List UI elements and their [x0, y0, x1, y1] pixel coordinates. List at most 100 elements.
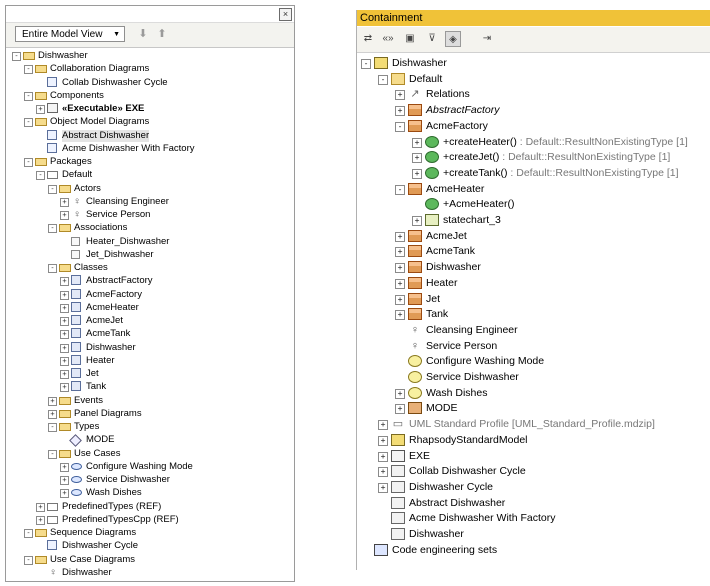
close-icon[interactable]: × — [279, 8, 292, 21]
tree-item[interactable]: +AcmeHeater() — [357, 197, 707, 212]
expand-icon[interactable]: + — [395, 310, 405, 320]
expand-icon[interactable]: + — [60, 357, 69, 366]
expand-icon[interactable]: + — [395, 232, 405, 242]
tree-item[interactable]: Abstract Dishwasher — [6, 130, 294, 143]
expand-icon[interactable]: + — [378, 452, 388, 462]
collapse-icon[interactable]: - — [24, 158, 33, 167]
tree-item[interactable]: + Service Dishwasher — [6, 474, 294, 487]
tree-item[interactable]: Heater_Dishwasher — [6, 236, 294, 249]
collapse-icon[interactable]: - — [48, 450, 57, 459]
tree-item[interactable]: Jet_Dishwasher — [6, 249, 294, 262]
expand-icon[interactable]: + — [60, 370, 69, 379]
collapse-icon[interactable]: - — [24, 556, 33, 565]
expand-icon[interactable]: + — [378, 436, 388, 446]
open-in-new-icon[interactable]: ⇥ — [479, 31, 495, 47]
tree-item[interactable]: - Classes — [6, 262, 294, 275]
tree-item[interactable]: - Use Cases — [6, 448, 294, 461]
expand-icon[interactable]: + — [36, 105, 45, 114]
tree-item[interactable]: - Collaboration Diagrams — [6, 63, 294, 76]
tree-item[interactable]: + Wash Dishes — [357, 386, 707, 401]
tree-item[interactable]: + PredefinedTypes (REF) — [6, 501, 294, 514]
tree-item[interactable]: - Use Case Diagrams — [6, 554, 294, 567]
tree-item[interactable]: + AcmeTank — [6, 328, 294, 341]
collapse-icon[interactable]: - — [395, 122, 405, 132]
tree-item[interactable]: ♀ Dishwasher — [6, 567, 294, 580]
tree-item[interactable]: ♀ Service Person — [357, 339, 707, 354]
tree-item[interactable]: + +createHeater() : Default::ResultNonExi… — [357, 135, 707, 150]
expand-icon[interactable]: + — [60, 489, 69, 498]
expand-icon[interactable]: + — [395, 295, 405, 305]
tree-item[interactable]: + Tank — [357, 307, 707, 322]
expand-icon[interactable]: + — [60, 304, 69, 313]
expand-icon[interactable]: + — [60, 317, 69, 326]
expand-icon[interactable]: + — [412, 169, 422, 179]
tree-item[interactable]: Acme Dishwasher With Factory — [357, 511, 707, 526]
tree-item[interactable]: + AcmeJet — [357, 229, 707, 244]
tree-item[interactable]: - Sequence Diagrams — [6, 527, 294, 540]
tree-item[interactable]: Code engineering sets — [357, 543, 707, 558]
expand-icon[interactable]: + — [36, 503, 45, 512]
collapse-icon[interactable]: - — [24, 92, 33, 101]
expand-icon[interactable]: + — [60, 344, 69, 353]
tree-item[interactable]: - Actors — [6, 183, 294, 196]
show-diagrams-icon[interactable]: ◈ — [445, 31, 461, 47]
expand-icon[interactable]: + — [60, 383, 69, 392]
collapse-icon[interactable]: - — [24, 529, 33, 538]
tree-item[interactable]: MODE — [6, 434, 294, 447]
tree-item[interactable]: + RhapsodyStandardModel — [357, 433, 707, 448]
tree-item[interactable]: + ▭ UML Standard Profile [UML_Standard_Pro… — [357, 417, 707, 432]
tree-item[interactable]: + Jet — [6, 368, 294, 381]
tree-item[interactable]: - Default — [6, 169, 294, 182]
tree-item[interactable]: + MODE — [357, 401, 707, 416]
tree-item[interactable]: - Dishwasher — [6, 50, 294, 63]
expand-icon[interactable]: + — [395, 279, 405, 289]
tree-item[interactable]: Configure Washing Mode — [357, 354, 707, 369]
collapse-icon[interactable]: - — [395, 185, 405, 195]
tree-item[interactable]: + Collab Dishwasher Cycle — [357, 464, 707, 479]
expand-icon[interactable]: + — [60, 476, 69, 485]
tree-item[interactable]: - Packages — [6, 156, 294, 169]
tree-item[interactable]: Abstract Dishwasher — [357, 496, 707, 511]
expand-icon[interactable]: + — [48, 397, 57, 406]
expand-icon[interactable]: + — [378, 420, 388, 430]
collapse-icon[interactable]: - — [24, 118, 33, 127]
expand-icon[interactable]: + — [395, 90, 405, 100]
tree-item[interactable]: Acme Dishwasher With Factory — [6, 143, 294, 156]
tree-item[interactable]: + ↗ Relations — [357, 87, 707, 102]
expand-icon[interactable]: + — [395, 263, 405, 273]
sync-icon[interactable]: ⇄ — [360, 31, 376, 47]
collapse-icon[interactable]: - — [48, 185, 57, 194]
tree-item[interactable]: + AcmeJet — [6, 315, 294, 328]
tree-item[interactable]: Service Dishwasher — [357, 370, 707, 385]
tree-item[interactable]: - AcmeHeater — [357, 182, 707, 197]
tree-item[interactable]: Dishwasher — [357, 527, 707, 542]
expand-icon[interactable]: + — [36, 516, 45, 525]
expand-icon[interactable]: + — [60, 291, 69, 300]
tree-item[interactable]: + AbstractFactory — [6, 275, 294, 288]
collapse-icon[interactable]: - — [361, 59, 371, 69]
expand-icon[interactable]: + — [395, 106, 405, 116]
tree-item[interactable]: + ♀ Cleansing Engineer — [6, 196, 294, 209]
tree-item[interactable]: + Heater — [357, 276, 707, 291]
tree-item[interactable]: + AcmeFactory — [6, 289, 294, 302]
collapse-icon[interactable]: - — [24, 65, 33, 74]
collapse-icon[interactable]: - — [378, 75, 388, 85]
expand-icon[interactable]: + — [412, 153, 422, 163]
tree-item[interactable]: + ♀ Service Person — [6, 209, 294, 222]
collapse-icon[interactable]: - — [36, 171, 45, 180]
expand-icon[interactable]: + — [60, 211, 69, 220]
expand-icon[interactable]: + — [60, 463, 69, 472]
filter-icon[interactable]: ⊽ — [424, 31, 440, 47]
expand-icon[interactable]: + — [395, 247, 405, 257]
expand-icon[interactable]: + — [48, 410, 57, 419]
tree-item[interactable]: + PredefinedTypesCpp (REF) — [6, 514, 294, 527]
tree-item[interactable]: + Events — [6, 395, 294, 408]
tree-item[interactable]: + Dishwasher — [6, 342, 294, 355]
tree-item[interactable]: + EXE — [357, 449, 707, 464]
collapse-icon[interactable]: - — [12, 52, 21, 61]
tree-item[interactable]: + +createJet() : Default::ResultNonExisti… — [357, 150, 707, 165]
tree-item[interactable]: + +createTank() : Default::ResultNonExist… — [357, 166, 707, 181]
expand-icon[interactable]: + — [412, 138, 422, 148]
tree-item[interactable]: + Wash Dishes — [6, 487, 294, 500]
expand-icon[interactable]: + — [395, 404, 405, 414]
